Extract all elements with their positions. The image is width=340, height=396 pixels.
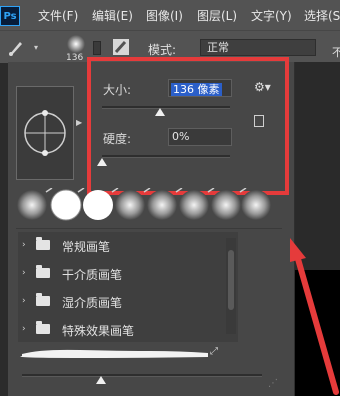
folder-dry-media[interactable]: › 干介质画笔 (18, 260, 238, 288)
brush-tip-soft (179, 190, 209, 220)
brush-tip-soft (211, 190, 241, 220)
brush-tool-icon[interactable] (6, 38, 26, 58)
preview-size-slider[interactable] (22, 374, 262, 377)
photoshop-logo: Ps (0, 6, 20, 26)
folder-icon (36, 265, 50, 278)
menu-file[interactable]: 文件(F) (38, 7, 78, 24)
brush-preview-icon[interactable] (64, 34, 88, 54)
brush-angle-widget[interactable] (16, 86, 74, 180)
folder-scrollbar-thumb[interactable] (228, 250, 234, 310)
menu-bar: Ps 文件(F) 编辑(E) 图像(I) 图层(L) 文字(Y) 选择(S (0, 0, 340, 30)
folder-icon (36, 321, 50, 334)
folder-special-effects[interactable]: › 特殊效果画笔 (18, 316, 238, 344)
folder-label: 湿介质画笔 (62, 296, 123, 310)
menu-type[interactable]: 文字(Y) (251, 7, 292, 24)
opacity-label-cut: 不 (332, 46, 340, 59)
brush-tip-row (16, 187, 280, 222)
brush-tip-hard-selected (50, 189, 82, 221)
mode-select[interactable]: 正常 (200, 39, 316, 56)
folder-label: 特殊效果画笔 (62, 324, 135, 338)
stroke-preview (20, 349, 209, 358)
chevron-right-icon[interactable]: › (22, 324, 26, 334)
menu-select[interactable]: 选择(S (304, 7, 340, 24)
preview-size-slider-thumb[interactable] (96, 376, 107, 384)
document-canvas[interactable] (292, 270, 340, 396)
mode-label: 模式: (148, 43, 177, 57)
annotation-highlight-box (87, 57, 289, 195)
brush-folder-list: › 常规画笔 › 干介质画笔 › 湿介质画笔 › 特殊效果画笔 (18, 232, 238, 342)
menu-layer[interactable]: 图层(L) (197, 7, 237, 24)
folder-icon (36, 293, 50, 306)
divider (16, 228, 282, 229)
chevron-right-icon[interactable]: › (22, 268, 26, 278)
folder-label: 常规画笔 (62, 240, 111, 254)
stroke-preview-toggle-icon[interactable]: ⤢ (210, 346, 218, 357)
brush-tip-hard (83, 190, 113, 220)
chevron-right-icon[interactable]: › (22, 240, 26, 250)
brush-picker-toggle[interactable] (93, 41, 101, 55)
brush-tip-soft (17, 190, 47, 220)
brush-tip-soft (115, 190, 145, 220)
preview-arrow-icon: ▶ (76, 118, 83, 127)
folder-wet-media[interactable]: › 湿介质画笔 (18, 288, 238, 316)
resize-grip-icon[interactable]: ⋰ (268, 378, 278, 389)
angle-crosshair-icon[interactable] (17, 87, 73, 179)
tool-preset-dropdown-icon[interactable]: ▾ (34, 43, 38, 52)
brush-settings-panel-icon[interactable] (112, 38, 130, 56)
brush-tip-soft (241, 190, 271, 220)
chevron-right-icon[interactable]: › (22, 296, 26, 306)
folder-general-brushes[interactable]: › 常规画笔 (18, 232, 238, 260)
menu-edit[interactable]: 编辑(E) (92, 7, 133, 24)
folder-label: 干介质画笔 (62, 268, 123, 282)
folder-icon (36, 237, 50, 250)
menu-image[interactable]: 图像(I) (146, 7, 183, 24)
brush-tip-soft (147, 190, 177, 220)
